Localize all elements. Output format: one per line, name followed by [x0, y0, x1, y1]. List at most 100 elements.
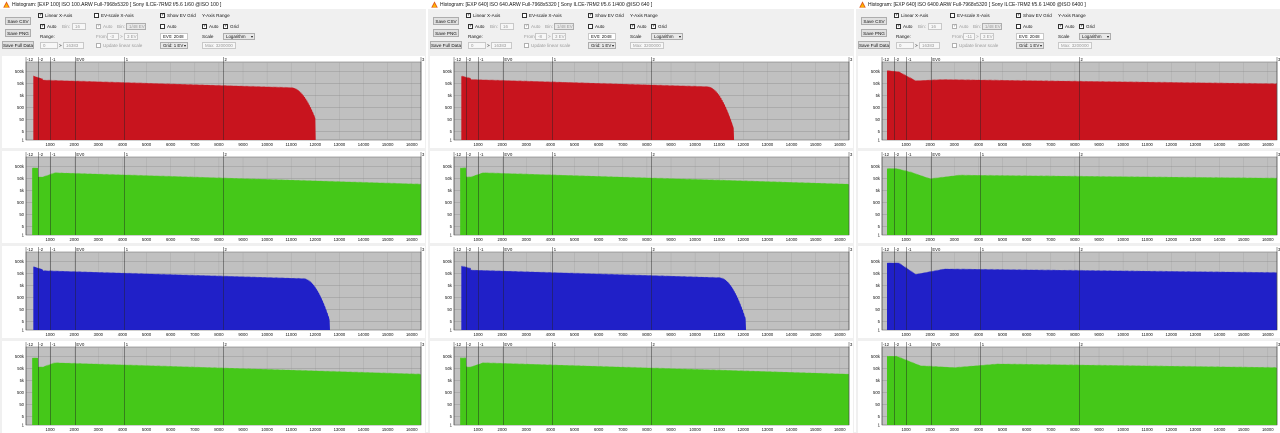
save-full-data-button[interactable]: Save Full Data [858, 41, 890, 49]
y-max-input[interactable]: Max: 3200000 [202, 42, 236, 49]
range-from-input[interactable]: 0 [468, 42, 486, 49]
x-tick-label: 9000 [1094, 332, 1104, 337]
linear-x-axis-checkbox[interactable]: ✓ Linear X-Axis [38, 13, 72, 18]
x-auto-checkbox[interactable]: ✓ Auto [896, 24, 912, 29]
update-linear-label: Update linear scale [531, 43, 571, 48]
x-tick-label: 12000 [309, 332, 321, 337]
show-ev-grid-checkbox[interactable]: ✓ Show EV Grid [1016, 13, 1052, 18]
ev-bin-select[interactable]: 1/48 EV [982, 23, 1002, 30]
grid-auto-checkbox[interactable]: Auto [160, 24, 176, 29]
range-from-input[interactable]: 0 [896, 42, 914, 49]
ev-scale-checkbox[interactable]: EV-scale X-Axis [950, 13, 990, 18]
x-tick-label: 1000 [473, 142, 483, 147]
to-ev-input[interactable]: 3 EV [552, 33, 566, 40]
grid-auto-checkbox[interactable]: Auto [588, 24, 604, 29]
x-tick-label: 5000 [142, 237, 152, 242]
y-tick-label: 50k [873, 176, 881, 181]
scale-select[interactable]: Logarithm ▾ [651, 33, 683, 40]
x-tick-label: 16000 [834, 237, 846, 242]
grid-step-select[interactable]: Grid: 1 EV ▾ [588, 42, 616, 49]
range-to-input[interactable]: 16383 [919, 42, 940, 49]
show-ev-grid-checkbox[interactable]: ✓ Show EV Grid [160, 13, 196, 18]
x-tick-label: 2000 [70, 142, 80, 147]
x-tick-label: 1000 [473, 427, 483, 432]
ev0-input[interactable]: EV0: 2048 [1016, 33, 1044, 40]
scale-select[interactable]: Logarithm ▾ [1079, 33, 1111, 40]
save-full-data-button[interactable]: Save Full Data [2, 41, 34, 49]
range-to-input[interactable]: 16383 [63, 42, 84, 49]
x-tick-label: 7000 [618, 237, 628, 242]
histogram-channel-3: 1000 2000 3000 4000 5000 6000 7000 8000 9000 1000… [430, 246, 853, 338]
app-icon [3, 1, 10, 8]
ev-scale-checkbox[interactable]: EV-scale X-Axis [94, 13, 134, 18]
update-linear-checkbox[interactable]: Update linear scale [96, 43, 142, 48]
y-auto-checkbox[interactable]: ✓ Auto [1058, 24, 1074, 29]
ev-auto-checkbox[interactable]: ✓ Auto [524, 24, 540, 29]
save-png-button[interactable]: Save PNG [861, 29, 887, 37]
show-ev-grid-checkbox[interactable]: ✓ Show EV Grid [588, 13, 624, 18]
update-linear-checkbox[interactable]: Update linear scale [524, 43, 570, 48]
from-input[interactable]: -8 [535, 33, 547, 40]
y-grid-checkbox[interactable]: ✓ Grid [223, 24, 239, 29]
ev-bin-label: Bin: [973, 24, 981, 29]
update-linear-checkbox[interactable]: Update linear scale [952, 43, 998, 48]
ev-scale-checkbox[interactable]: EV-scale X-Axis [522, 13, 562, 18]
save-png-button[interactable]: Save PNG [5, 29, 31, 37]
linear-x-axis-checkbox[interactable]: ✓ Linear X-Axis [466, 13, 500, 18]
save-full-data-button[interactable]: Save Full Data [430, 41, 462, 49]
x-tick-label: 11000 [1142, 142, 1154, 147]
linear-x-axis-checkbox[interactable]: ✓ Linear X-Axis [894, 13, 928, 18]
grid-step-select[interactable]: Grid: 1 EV ▾ [1016, 42, 1044, 49]
x-auto-checkbox[interactable]: ✓ Auto [468, 24, 484, 29]
y-grid-checkbox[interactable]: ✓ Grid [1079, 24, 1095, 29]
to-ev-input[interactable]: 3 EV [124, 33, 138, 40]
x-tick-label: 3000 [522, 427, 532, 432]
scale-select[interactable]: Logarithm ▾ [223, 33, 255, 40]
y-auto-checkbox[interactable]: ✓ Auto [630, 24, 646, 29]
y-max-input[interactable]: Max: 3200000 [1058, 42, 1092, 49]
ev-tick-label: -1 [52, 152, 56, 157]
ev0-input[interactable]: EV0: 2048 [588, 33, 616, 40]
ev-bin-select[interactable]: 1/48 EV [554, 23, 574, 30]
ev0-input[interactable]: EV0: 2048 [160, 33, 188, 40]
from-input[interactable]: -3 [107, 33, 119, 40]
ev-auto-checkbox[interactable]: ✓ Auto [952, 24, 968, 29]
y-tick-label: 500k [15, 259, 25, 264]
y-grid-checkbox[interactable]: ✓ Grid [651, 24, 667, 29]
ev-bin-select[interactable]: 1/48 EV [126, 23, 146, 30]
scale-label: Scale [1058, 34, 1070, 39]
x-tick-label: 6000 [1022, 427, 1032, 432]
ev-tick-label: -12 [883, 247, 890, 252]
ev-auto-checkbox[interactable]: ✓ Auto [96, 24, 112, 29]
save-png-button[interactable]: Save PNG [433, 29, 459, 37]
bin-input[interactable]: 16 [928, 23, 942, 30]
x-tick-label: 13000 [334, 237, 346, 242]
bin-input[interactable]: 16 [500, 23, 514, 30]
bin-input[interactable]: 16 [72, 23, 86, 30]
scale-label: Scale [630, 34, 642, 39]
range-from-input[interactable]: 0 [40, 42, 58, 49]
x-tick-label: 4000 [974, 427, 984, 432]
from-input[interactable]: -11 [963, 33, 975, 40]
x-tick-label: 16000 [1262, 427, 1274, 432]
x-tick-label: 1000 [45, 142, 55, 147]
x-tick-label: 3000 [522, 332, 532, 337]
y-auto-checkbox[interactable]: ✓ Auto [202, 24, 218, 29]
range-to-input[interactable]: 16383 [491, 42, 512, 49]
ev-tick-label: -1 [908, 57, 912, 62]
grid-auto-checkbox[interactable]: Auto [1016, 24, 1032, 29]
x-tick-label: 9000 [666, 237, 676, 242]
checkmark-icon: ✓ [1017, 12, 1022, 18]
to-ev-input[interactable]: 3 EV [980, 33, 994, 40]
grid-step-select[interactable]: Grid: 1 EV ▾ [160, 42, 188, 49]
y-max-input[interactable]: Max: 3200000 [630, 42, 664, 49]
histogram-window-1: Histogram: [EXP 100] ISO 100.ARW Full-79… [0, 0, 426, 433]
save-csv-button[interactable]: Save CSV [861, 17, 887, 25]
save-csv-button[interactable]: Save CSV [5, 17, 31, 25]
save-csv-button[interactable]: Save CSV [433, 17, 459, 25]
x-auto-checkbox[interactable]: ✓ Auto [40, 24, 56, 29]
x-tick-label: 16000 [1262, 142, 1274, 147]
x-tick-label: 4000 [974, 237, 984, 242]
scale-value: Logarithm [654, 34, 674, 39]
x-tick-label: 12000 [309, 427, 321, 432]
